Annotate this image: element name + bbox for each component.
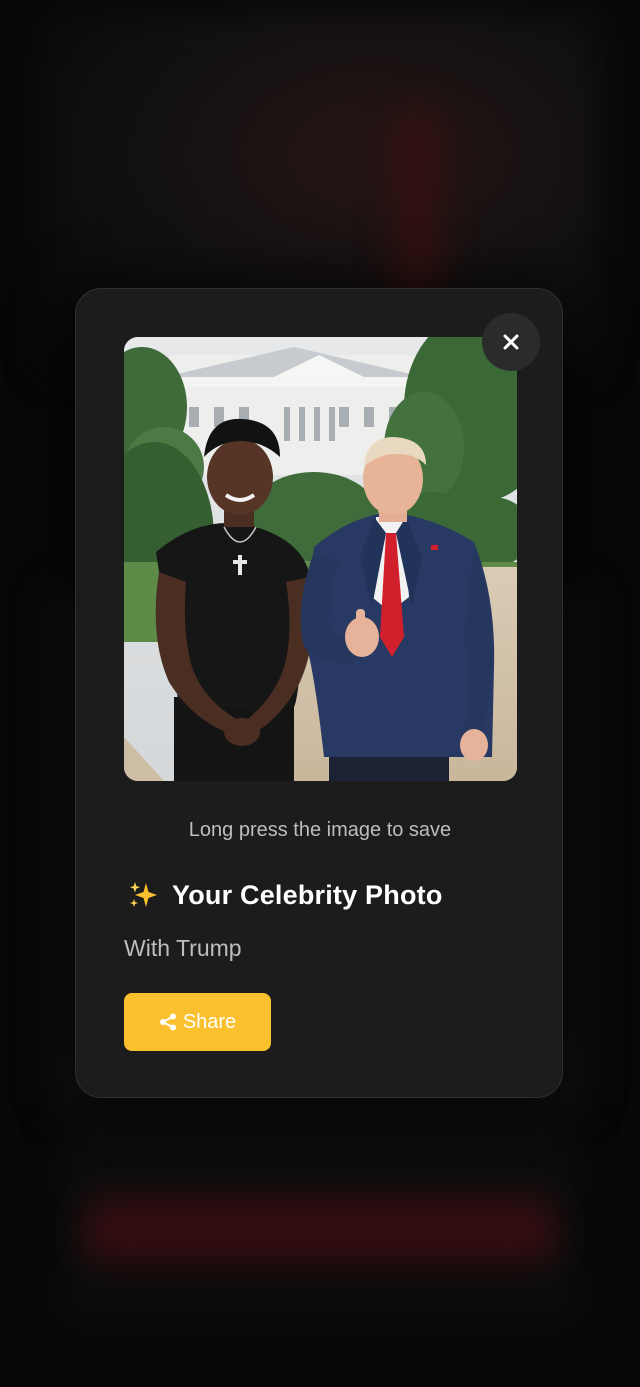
photo-illustration — [124, 337, 517, 781]
celebrity-photo[interactable] — [124, 337, 517, 781]
sparkles-icon — [130, 882, 157, 907]
background-blur-button — [85, 1200, 555, 1260]
background-blur-red-stripe — [395, 110, 440, 310]
celebrity-photo-modal: Long press the image to save Your Celebr… — [75, 288, 563, 1098]
share-icon — [159, 1013, 176, 1031]
save-hint-text: Long press the image to save — [188, 819, 452, 841]
modal-subtitle: With Trump — [124, 935, 242, 961]
close-button[interactable] — [482, 313, 540, 371]
close-icon — [503, 334, 519, 350]
share-button[interactable]: Share — [124, 993, 271, 1051]
share-button-label: Share — [182, 1010, 237, 1033]
title-row: Your Celebrity Photo — [128, 879, 443, 911]
modal-title: Your Celebrity Photo — [172, 879, 443, 910]
